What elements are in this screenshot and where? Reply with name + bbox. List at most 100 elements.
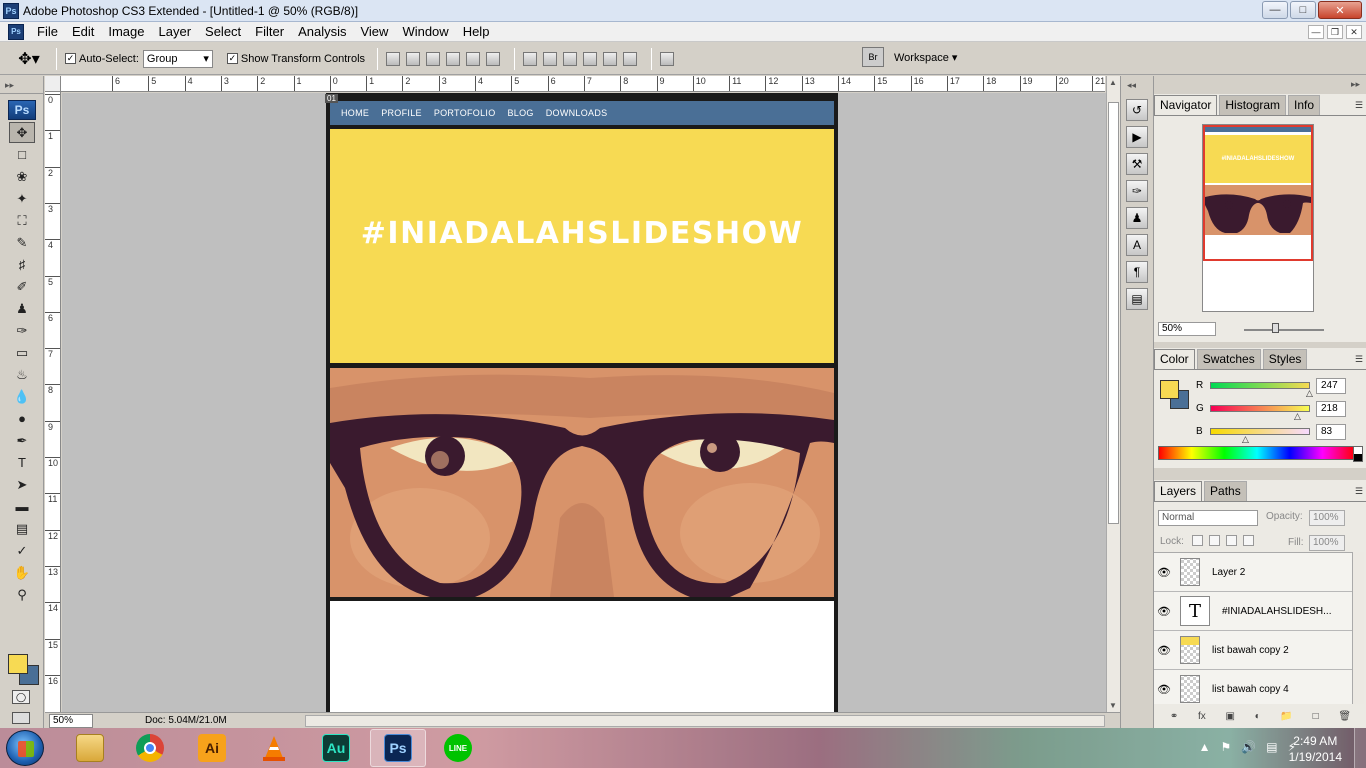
distribute-bottom-icon[interactable] <box>563 51 578 66</box>
green-slider-knob[interactable]: △ <box>1294 412 1301 421</box>
layer-row[interactable]: 👁 list bawah copy 4 <box>1154 670 1352 704</box>
lock-position-icon[interactable] <box>1226 535 1237 546</box>
eyedropper-tool-icon[interactable]: ✓ <box>9 540 35 561</box>
slice-tool-icon[interactable]: ✎ <box>9 232 35 253</box>
actions-panel-icon[interactable]: ▶ <box>1126 126 1148 148</box>
bridge-icon[interactable]: Br <box>862 47 884 67</box>
move-tool-icon[interactable]: ✥ <box>9 122 35 143</box>
foreground-color-swatch[interactable] <box>8 654 28 674</box>
tab-swatches[interactable]: Swatches <box>1196 349 1261 369</box>
menu-help[interactable]: Help <box>456 22 497 42</box>
maximize-button[interactable]: □ <box>1290 1 1316 19</box>
menu-filter[interactable]: Filter <box>248 22 291 42</box>
pen-tool-icon[interactable]: ✒ <box>9 430 35 451</box>
clone-source-panel-icon[interactable]: ♟ <box>1126 207 1148 229</box>
green-value-field[interactable]: 218 <box>1316 401 1346 417</box>
color-panel-foreground-swatch[interactable] <box>1160 380 1179 399</box>
menu-view[interactable]: View <box>353 22 395 42</box>
red-slider[interactable] <box>1210 382 1310 389</box>
tab-styles[interactable]: Styles <box>1262 349 1308 369</box>
taskbar-vlc[interactable] <box>246 729 302 767</box>
delete-layer-icon[interactable]: 🗑 <box>1338 711 1351 722</box>
distribute-hcenter-icon[interactable] <box>603 51 618 66</box>
network-icon[interactable]: ▤ <box>1266 740 1277 754</box>
menu-file[interactable]: File <box>30 22 65 42</box>
auto-select-checkbox[interactable]: ✓ <box>65 53 76 64</box>
type-tool-icon[interactable]: T <box>9 452 35 473</box>
brushes-panel-icon[interactable]: ✑ <box>1126 180 1148 202</box>
layer-row[interactable]: 👁 Layer 2 <box>1154 553 1352 592</box>
vertical-scroll-thumb[interactable] <box>1108 102 1119 524</box>
opacity-field[interactable]: 100% <box>1309 510 1345 526</box>
doc-restore-button[interactable]: ❐ <box>1327 25 1343 39</box>
healing-brush-tool-icon[interactable]: ♯ <box>9 254 35 275</box>
dodge-tool-icon[interactable]: ● <box>9 408 35 429</box>
zoom-tool-icon[interactable]: ⚲ <box>9 584 35 605</box>
align-hcenter-icon[interactable] <box>466 51 481 66</box>
toolbox-grip[interactable]: ▸▸ <box>0 76 43 94</box>
eye-icon[interactable]: 👁 <box>1154 566 1174 579</box>
ruler-origin[interactable] <box>45 76 61 92</box>
distribute-vcenter-icon[interactable] <box>543 51 558 66</box>
eraser-tool-icon[interactable]: ▭ <box>9 342 35 363</box>
layer-row[interactable]: 👁 list bawah copy 2 <box>1154 631 1352 670</box>
align-bottom-icon[interactable] <box>426 51 441 66</box>
tab-histogram[interactable]: Histogram <box>1219 95 1287 115</box>
show-desktop-button[interactable] <box>1354 728 1366 768</box>
show-hidden-icons-icon[interactable]: ▲ <box>1199 740 1211 754</box>
document-icon[interactable]: Ps <box>8 23 24 40</box>
lasso-tool-icon[interactable]: ❀ <box>9 166 35 187</box>
distribute-right-icon[interactable] <box>623 51 638 66</box>
workspace-button[interactable]: Workspace ▾ <box>894 51 957 64</box>
show-transform-checkbox[interactable]: ✓ <box>226 53 238 64</box>
navigator-zoom-slider[interactable] <box>1244 329 1324 331</box>
tool-presets-panel-icon[interactable]: ⚒ <box>1126 153 1148 175</box>
link-layers-icon[interactable]: ⚭ <box>1170 711 1178 722</box>
magic-wand-tool-icon[interactable]: ✦ <box>9 188 35 209</box>
tab-color[interactable]: Color <box>1154 349 1195 369</box>
hand-tool-icon[interactable]: ✋ <box>9 562 35 583</box>
blue-slider[interactable] <box>1210 428 1310 435</box>
notes-tool-icon[interactable]: ▤ <box>9 518 35 539</box>
align-left-icon[interactable] <box>446 51 461 66</box>
navigator-thumbnail[interactable]: #INIADALAHSLIDESHOW <box>1202 124 1314 312</box>
red-slider-knob[interactable]: △ <box>1306 389 1313 398</box>
navigator-view-box[interactable] <box>1203 125 1313 261</box>
document-canvas[interactable]: HOME PROFILE PORTOFOLIO BLOG DOWNLOADS #… <box>326 93 838 712</box>
menu-image[interactable]: Image <box>101 22 151 42</box>
lock-all-icon[interactable] <box>1243 535 1254 546</box>
eye-icon[interactable]: 👁 <box>1154 605 1174 618</box>
screen-mode-icon[interactable] <box>12 712 30 724</box>
menu-window[interactable]: Window <box>395 22 455 42</box>
color-spectrum-ramp[interactable] <box>1158 446 1363 462</box>
paint-bucket-tool-icon[interactable]: ♨ <box>9 364 35 385</box>
quick-mask-icon[interactable]: ◯ <box>12 690 30 704</box>
layer-row[interactable]: 👁 T #INIADALAHSLIDESH... <box>1154 592 1352 631</box>
fill-field[interactable]: 100% <box>1309 535 1345 551</box>
align-vcenter-icon[interactable] <box>406 51 421 66</box>
path-selection-tool-icon[interactable]: ➤ <box>9 474 35 495</box>
horizontal-scrollbar[interactable] <box>305 715 1105 727</box>
navigator-zoom-field[interactable]: 50% <box>1158 322 1216 336</box>
menu-edit[interactable]: Edit <box>65 22 101 42</box>
tab-navigator[interactable]: Navigator <box>1154 95 1218 115</box>
scroll-down-icon[interactable]: ▼ <box>1109 701 1117 710</box>
lock-transparent-icon[interactable] <box>1192 535 1203 546</box>
move-tool-preset-icon[interactable]: ✥▾ <box>10 47 48 71</box>
action-center-flag-icon[interactable]: ⚑ <box>1221 740 1232 754</box>
auto-select-dropdown[interactable]: Group ▾ <box>142 49 213 68</box>
photoshop-logo[interactable]: Ps <box>8 100 36 120</box>
menu-layer[interactable]: Layer <box>152 22 199 42</box>
tab-paths[interactable]: Paths <box>1204 481 1247 501</box>
dock-collapse-icon[interactable]: ◂◂ <box>1121 76 1152 94</box>
adjustment-layer-icon[interactable]: ◐ <box>1255 711 1261 722</box>
crop-tool-icon[interactable]: ⛶ <box>9 210 35 231</box>
taskbar-line[interactable]: LINE <box>430 729 486 767</box>
taskbar-chrome[interactable] <box>122 729 178 767</box>
vertical-ruler[interactable]: 0 1 2 3 4 5 6 7 8 9 10 11 12 13 14 15 16 <box>45 92 61 712</box>
panels-collapse-icon[interactable]: ▸▸ <box>1154 76 1366 94</box>
brush-tool-icon[interactable]: ✐ <box>9 276 35 297</box>
zoom-level-field[interactable]: 50% <box>49 713 93 728</box>
scroll-up-icon[interactable]: ▲ <box>1109 78 1117 87</box>
layer-comps-panel-icon[interactable]: ▤ <box>1126 288 1148 310</box>
